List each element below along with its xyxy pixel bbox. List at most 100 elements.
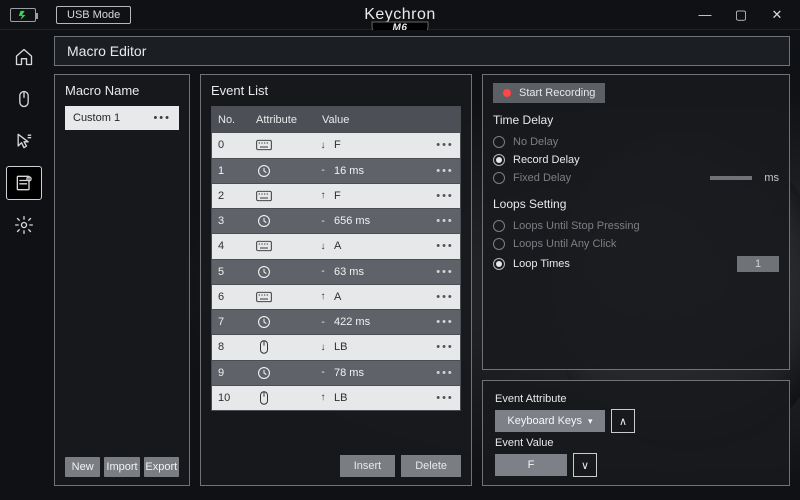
record-icon <box>503 89 511 97</box>
row-value: F <box>334 190 341 202</box>
clock-icon <box>256 165 272 177</box>
start-recording-label: Start Recording <box>519 87 595 99</box>
macro-item-label: Custom 1 <box>73 112 120 124</box>
row-value: 16 ms <box>334 165 364 177</box>
radio-loops-stop[interactable]: Loops Until Stop Pressing <box>493 217 779 235</box>
event-insert-button[interactable]: Insert <box>340 455 396 477</box>
macro-item-menu-icon[interactable]: ••• <box>153 112 171 124</box>
macro-import-button[interactable]: Import <box>104 457 139 477</box>
row-value: LB <box>334 392 347 404</box>
th-val: Value <box>318 114 430 126</box>
sidebar-home[interactable] <box>6 40 42 74</box>
event-row[interactable]: 10 ↑ LB ••• <box>212 385 460 410</box>
th-attr: Attribute <box>256 114 318 126</box>
row-no: 9 <box>218 367 256 379</box>
row-menu-icon[interactable]: ••• <box>430 291 460 303</box>
row-value: A <box>334 240 341 252</box>
sidebar-settings[interactable] <box>6 208 42 242</box>
row-no: 10 <box>218 392 256 404</box>
event-down-button[interactable]: ∨ <box>573 453 597 477</box>
radio-no-delay[interactable]: No Delay <box>493 133 779 151</box>
row-menu-icon[interactable]: ••• <box>430 240 460 252</box>
row-menu-icon[interactable]: ••• <box>430 392 460 404</box>
event-row[interactable]: 8 ↓ LB ••• <box>212 334 460 359</box>
clock-icon <box>256 266 272 278</box>
row-menu-icon[interactable]: ••• <box>430 190 460 202</box>
event-row[interactable]: 3 -656 ms ••• <box>212 208 460 233</box>
direction-icon: ↓ <box>318 342 328 353</box>
row-menu-icon[interactable]: ••• <box>430 165 460 177</box>
usb-mode-button[interactable]: USB Mode <box>56 6 131 24</box>
row-menu-icon[interactable]: ••• <box>430 139 460 151</box>
row-menu-icon[interactable]: ••• <box>430 367 460 379</box>
clock-icon <box>256 215 272 227</box>
event-attribute-label: Event Attribute <box>495 393 777 405</box>
keyboard-icon <box>256 240 272 252</box>
row-no: 0 <box>218 139 256 151</box>
row-no: 8 <box>218 341 256 353</box>
maximize-button[interactable]: ▢ <box>732 7 750 23</box>
macro-export-button[interactable]: Export <box>144 457 179 477</box>
loops-title: Loops Setting <box>493 197 779 211</box>
macro-new-button[interactable]: New <box>65 457 100 477</box>
radio-loops-click[interactable]: Loops Until Any Click <box>493 235 779 253</box>
row-menu-icon[interactable]: ••• <box>430 215 460 227</box>
direction-icon: ↓ <box>318 140 328 151</box>
event-row[interactable]: 6↑A••• <box>212 284 460 309</box>
row-no: 3 <box>218 215 256 227</box>
event-row[interactable]: 5-63 ms••• <box>212 259 460 284</box>
macro-name-title: Macro Name <box>65 83 179 98</box>
direction-icon: ↑ <box>318 190 328 201</box>
th-no: No. <box>218 114 256 126</box>
mouse-icon <box>256 341 272 353</box>
macro-item[interactable]: Custom 1 ••• <box>65 106 179 130</box>
sidebar-macro[interactable] <box>6 166 42 200</box>
event-row[interactable]: 7-422 ms••• <box>212 309 460 334</box>
keyboard-icon <box>256 139 272 151</box>
keyboard-icon <box>256 190 272 202</box>
time-delay-title: Time Delay <box>493 113 779 127</box>
event-row[interactable]: 0 ↓ F ••• <box>212 132 460 157</box>
event-row[interactable]: 2↑F••• <box>212 183 460 208</box>
loop-times-input[interactable]: 1 <box>737 256 779 272</box>
sidebar-mouse[interactable] <box>6 82 42 116</box>
macro-name-panel: Macro Name Custom 1 ••• New Import Expor… <box>54 74 190 486</box>
row-no: 4 <box>218 240 256 252</box>
direction-icon: ↑ <box>318 392 328 403</box>
event-list-title: Event List <box>211 83 461 98</box>
page-title: Macro Editor <box>54 36 790 66</box>
radio-fixed-delay[interactable]: Fixed Delay ms <box>493 169 779 187</box>
row-value: 656 ms <box>334 215 370 227</box>
direction-icon: ↓ <box>318 241 328 252</box>
event-up-button[interactable]: ∧ <box>611 409 635 433</box>
event-table: No. Attribute Value 0↓F•••1-16 ms•••2↑F•… <box>211 106 461 411</box>
event-row[interactable]: 4 ↓ A ••• <box>212 233 460 258</box>
row-value: F <box>334 139 341 151</box>
close-button[interactable]: ✕ <box>768 7 786 23</box>
fixed-delay-input[interactable] <box>710 176 752 180</box>
event-attribute-select[interactable]: Keyboard Keys▾ <box>495 410 605 432</box>
event-row[interactable]: 9-78 ms••• <box>212 360 460 385</box>
minimize-button[interactable]: — <box>696 7 714 23</box>
row-menu-icon[interactable]: ••• <box>430 341 460 353</box>
mouse-icon <box>256 392 272 404</box>
direction-icon: - <box>318 165 328 176</box>
radio-record-delay[interactable]: Record Delay <box>493 151 779 169</box>
event-row[interactable]: 1 -16 ms ••• <box>212 158 460 183</box>
row-menu-icon[interactable]: ••• <box>430 266 460 278</box>
row-no: 7 <box>218 316 256 328</box>
start-recording-button[interactable]: Start Recording <box>493 83 605 103</box>
row-no: 1 <box>218 165 256 177</box>
sidebar-pointer[interactable] <box>6 124 42 158</box>
event-table-header: No. Attribute Value <box>212 107 460 132</box>
row-value: 63 ms <box>334 266 364 278</box>
direction-icon: - <box>318 216 328 227</box>
row-no: 6 <box>218 291 256 303</box>
row-menu-icon[interactable]: ••• <box>430 316 460 328</box>
sidebar <box>6 36 46 486</box>
battery-icon <box>10 8 36 22</box>
radio-loop-times[interactable]: Loop Times 1 <box>493 253 779 275</box>
event-value-select[interactable]: F <box>495 454 567 476</box>
row-value: LB <box>334 341 347 353</box>
event-delete-button[interactable]: Delete <box>401 455 461 477</box>
